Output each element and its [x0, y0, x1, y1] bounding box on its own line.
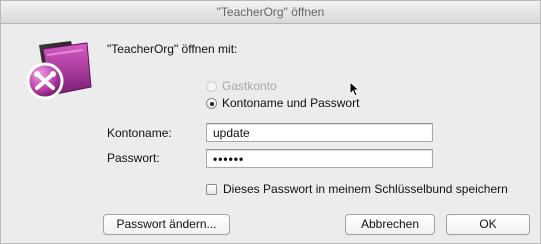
window-title: "TeacherOrg" öffnen [216, 5, 325, 19]
login-dialog-window: "TeacherOrg" öffnen "TeacherOrg" öffnen … [0, 0, 541, 244]
radio-button-selected[interactable] [206, 97, 217, 109]
account-name-label: Kontoname: [107, 126, 172, 140]
radio-guest-account: Gastkonto [206, 79, 277, 93]
account-name-field[interactable]: update [206, 123, 433, 142]
radio-guest-label: Gastkonto [222, 79, 277, 93]
radio-account-and-password[interactable]: Kontoname und Passwort [206, 96, 359, 110]
keychain-checkbox[interactable] [206, 183, 217, 195]
filemaker-app-icon [26, 41, 92, 100]
radio-account-label: Kontoname und Passwort [222, 96, 360, 110]
change-password-button[interactable]: Passwort ändern... [103, 214, 230, 235]
radio-button-disabled [206, 80, 217, 92]
keychain-checkbox-row[interactable]: Dieses Passwort in meinem Schlüsselbund … [206, 182, 508, 196]
cancel-button[interactable]: Abbrechen [345, 214, 435, 235]
keychain-checkbox-label: Dieses Passwort in meinem Schlüsselbund … [223, 182, 508, 196]
ok-button[interactable]: OK [446, 214, 530, 235]
dialog-prompt: "TeacherOrg" öffnen mit: [107, 42, 238, 56]
title-bar[interactable]: "TeacherOrg" öffnen [1, 1, 540, 24]
mouse-pointer-icon [349, 81, 359, 97]
password-field[interactable]: •••••• [206, 149, 433, 168]
password-label: Passwort: [107, 151, 160, 165]
